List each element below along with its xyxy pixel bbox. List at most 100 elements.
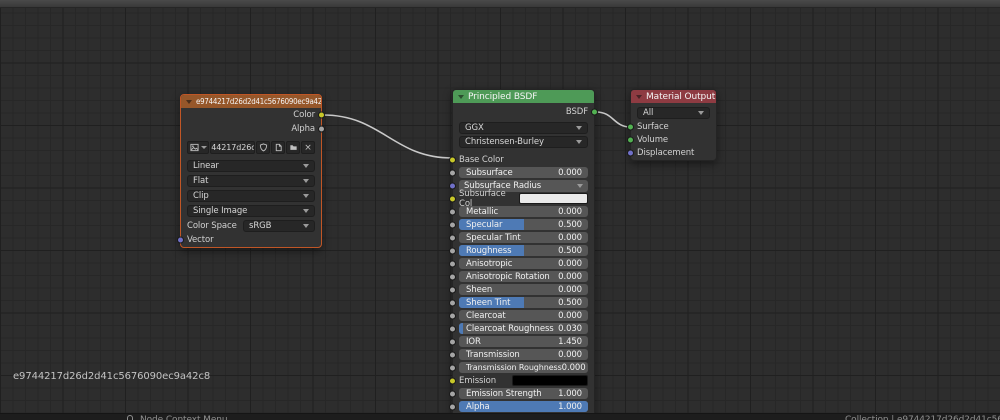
chevron-down-icon [576, 126, 582, 130]
color-space-dropdown[interactable]: sRGB [243, 219, 315, 232]
slider-row-emission-strength: Emission Strength 1.000 [449, 387, 594, 400]
node-title: e9744217d26d2d41c5676090ec9a42c8. [196, 97, 321, 106]
clearcoat-slider[interactable]: Clearcoat 0.000 [459, 310, 588, 321]
open-image-button[interactable] [286, 141, 300, 154]
distribution-row: GGX [453, 121, 594, 135]
chevron-down-icon [303, 178, 309, 183]
sheen-tint-input-socket[interactable] [449, 299, 456, 306]
roughness-slider[interactable]: Roughness 0.500 [459, 245, 588, 256]
transmission-roughness-input-socket[interactable] [449, 364, 456, 371]
editor-header-strip [0, 0, 1000, 8]
input-row-vector: Vector [177, 233, 321, 247]
shader-node-editor[interactable]: e9744217d26d2d41c5676090ec9a42c8. Color … [0, 0, 1000, 420]
link-color-to-basecolor[interactable] [322, 114, 453, 159]
node-material-output[interactable]: Material Output All Surface Volume Displ… [627, 89, 717, 161]
chevron-down-icon [303, 223, 309, 228]
output-row-color: Color [181, 108, 325, 122]
clearcoat-roughness-slider[interactable]: Clearcoat Roughness 0.030 [459, 323, 588, 334]
collapse-icon[interactable] [636, 94, 642, 99]
subsurface-method-dropdown[interactable]: Christensen-Burley [459, 136, 588, 148]
link-bsdf-to-surface[interactable] [595, 111, 632, 128]
target-dropdown[interactable]: All [637, 107, 710, 119]
vector-input-socket[interactable] [177, 236, 184, 244]
ior-input-socket[interactable] [449, 338, 456, 345]
interpolation-dropdown[interactable]: Linear [187, 159, 315, 172]
emission-input-socket[interactable] [449, 377, 456, 384]
anisotropic-rotation-input-socket[interactable] [449, 273, 456, 280]
emission-strength-slider[interactable]: Emission Strength 1.000 [459, 388, 588, 399]
clearcoat-roughness-input-socket[interactable] [449, 325, 456, 332]
image-browse-button[interactable] [187, 141, 209, 154]
slider-row-sheen: Sheen 0.000 [449, 283, 594, 296]
subsurface-col-swatch[interactable] [519, 193, 588, 204]
slider-row-specular: Specular 0.500 [449, 218, 594, 231]
active-image-name-overlay: e9744217d26d2d41c5676090ec9a42c8 [13, 371, 211, 382]
slider-row-alpha: Alpha 1.000 [449, 400, 594, 413]
emission-strength-input-socket[interactable] [449, 390, 456, 397]
specular-input-socket[interactable] [449, 221, 456, 228]
chevron-down-icon [576, 140, 582, 144]
input-row-emission: Emission [449, 374, 594, 387]
anisotropic-input-socket[interactable] [449, 260, 456, 267]
slider-row-specular-tint: Specular Tint 0.000 [449, 231, 594, 244]
slider-row-metallic: Metallic 0.000 [449, 205, 594, 218]
transmission-input-socket[interactable] [449, 351, 456, 358]
extension-row: Clip [181, 188, 321, 203]
displacement-input-socket[interactable] [627, 149, 634, 156]
alpha-slider[interactable]: Alpha 1.000 [459, 401, 588, 412]
node-image-texture[interactable]: e9744217d26d2d41c5676090ec9a42c8. Color … [177, 94, 325, 248]
chevron-down-icon [200, 146, 207, 149]
alpha-input-socket[interactable] [449, 403, 456, 410]
ior-slider[interactable]: IOR 1.450 [459, 336, 588, 347]
anisotropic-rotation-slider[interactable]: Anisotropic Rotation 0.000 [459, 271, 588, 282]
image-texture-header[interactable]: e9744217d26d2d41c5676090ec9a42c8. [181, 95, 321, 108]
unlink-image-button[interactable]: × [301, 141, 315, 154]
extension-dropdown[interactable]: Clip [187, 189, 315, 202]
input-row-displacement: Displacement [627, 146, 716, 159]
transmission-roughness-slider[interactable]: Transmission Roughness 0.000 [459, 362, 588, 373]
chevron-down-icon [577, 183, 583, 188]
metallic-input-socket[interactable] [449, 208, 456, 215]
alpha-output-socket[interactable] [318, 125, 325, 133]
subsurface-slider[interactable]: Subsurface 0.000 [459, 167, 588, 178]
anisotropic-slider[interactable]: Anisotropic 0.000 [459, 258, 588, 269]
subsurface-col-input-socket[interactable] [449, 195, 456, 202]
new-file-icon [275, 143, 282, 152]
subsurface-input-socket[interactable] [449, 169, 456, 176]
node-title: Material Output [646, 91, 716, 102]
new-image-button[interactable] [271, 141, 285, 154]
status-bar-right-text: Collection | e9744217d26d2d41c5676090ec9… [845, 415, 1000, 420]
slider-row-transmission-roughness: Transmission Roughness 0.000 [449, 361, 594, 374]
roughness-input-socket[interactable] [449, 247, 456, 254]
collapse-icon[interactable] [186, 99, 192, 104]
material-output-header[interactable]: Material Output [631, 90, 716, 103]
principled-bsdf-header[interactable]: Principled BSDF [453, 90, 594, 103]
input-row-base-color: Base Color [449, 153, 594, 166]
base-color-input-socket[interactable] [449, 156, 456, 163]
sheen-input-socket[interactable] [449, 286, 456, 293]
sheen-tint-slider[interactable]: Sheen Tint 0.500 [459, 297, 588, 308]
subsurface-radius-input-socket[interactable] [449, 182, 456, 189]
transmission-slider[interactable]: Transmission 0.000 [459, 349, 588, 360]
projection-dropdown[interactable]: Flat [187, 174, 315, 187]
distribution-dropdown[interactable]: GGX [459, 122, 588, 134]
image-name-field[interactable]: e9744217d26d2... [210, 141, 255, 154]
clearcoat-input-socket[interactable] [449, 312, 456, 319]
sheen-slider[interactable]: Sheen 0.000 [459, 284, 588, 295]
bsdf-output-socket[interactable] [591, 108, 598, 116]
surface-input-socket[interactable] [627, 123, 634, 130]
specular-tint-slider[interactable]: Specular Tint 0.000 [459, 232, 588, 243]
node-principled-bsdf[interactable]: Principled BSDF BSDF GGX Christensen-Bur… [449, 89, 598, 420]
fake-user-shield-button[interactable] [256, 141, 270, 154]
source-dropdown[interactable]: Single Image [187, 204, 315, 217]
shield-icon [259, 143, 267, 152]
color-output-socket[interactable] [318, 111, 325, 119]
input-row-surface: Surface [627, 120, 716, 133]
output-row-bsdf: BSDF [453, 103, 598, 121]
collapse-icon[interactable] [458, 94, 464, 99]
emission-color-swatch[interactable] [512, 375, 588, 386]
specular-slider[interactable]: Specular 0.500 [459, 219, 588, 230]
specular-tint-input-socket[interactable] [449, 234, 456, 241]
metallic-slider[interactable]: Metallic 0.000 [459, 206, 588, 217]
volume-input-socket[interactable] [627, 136, 634, 143]
